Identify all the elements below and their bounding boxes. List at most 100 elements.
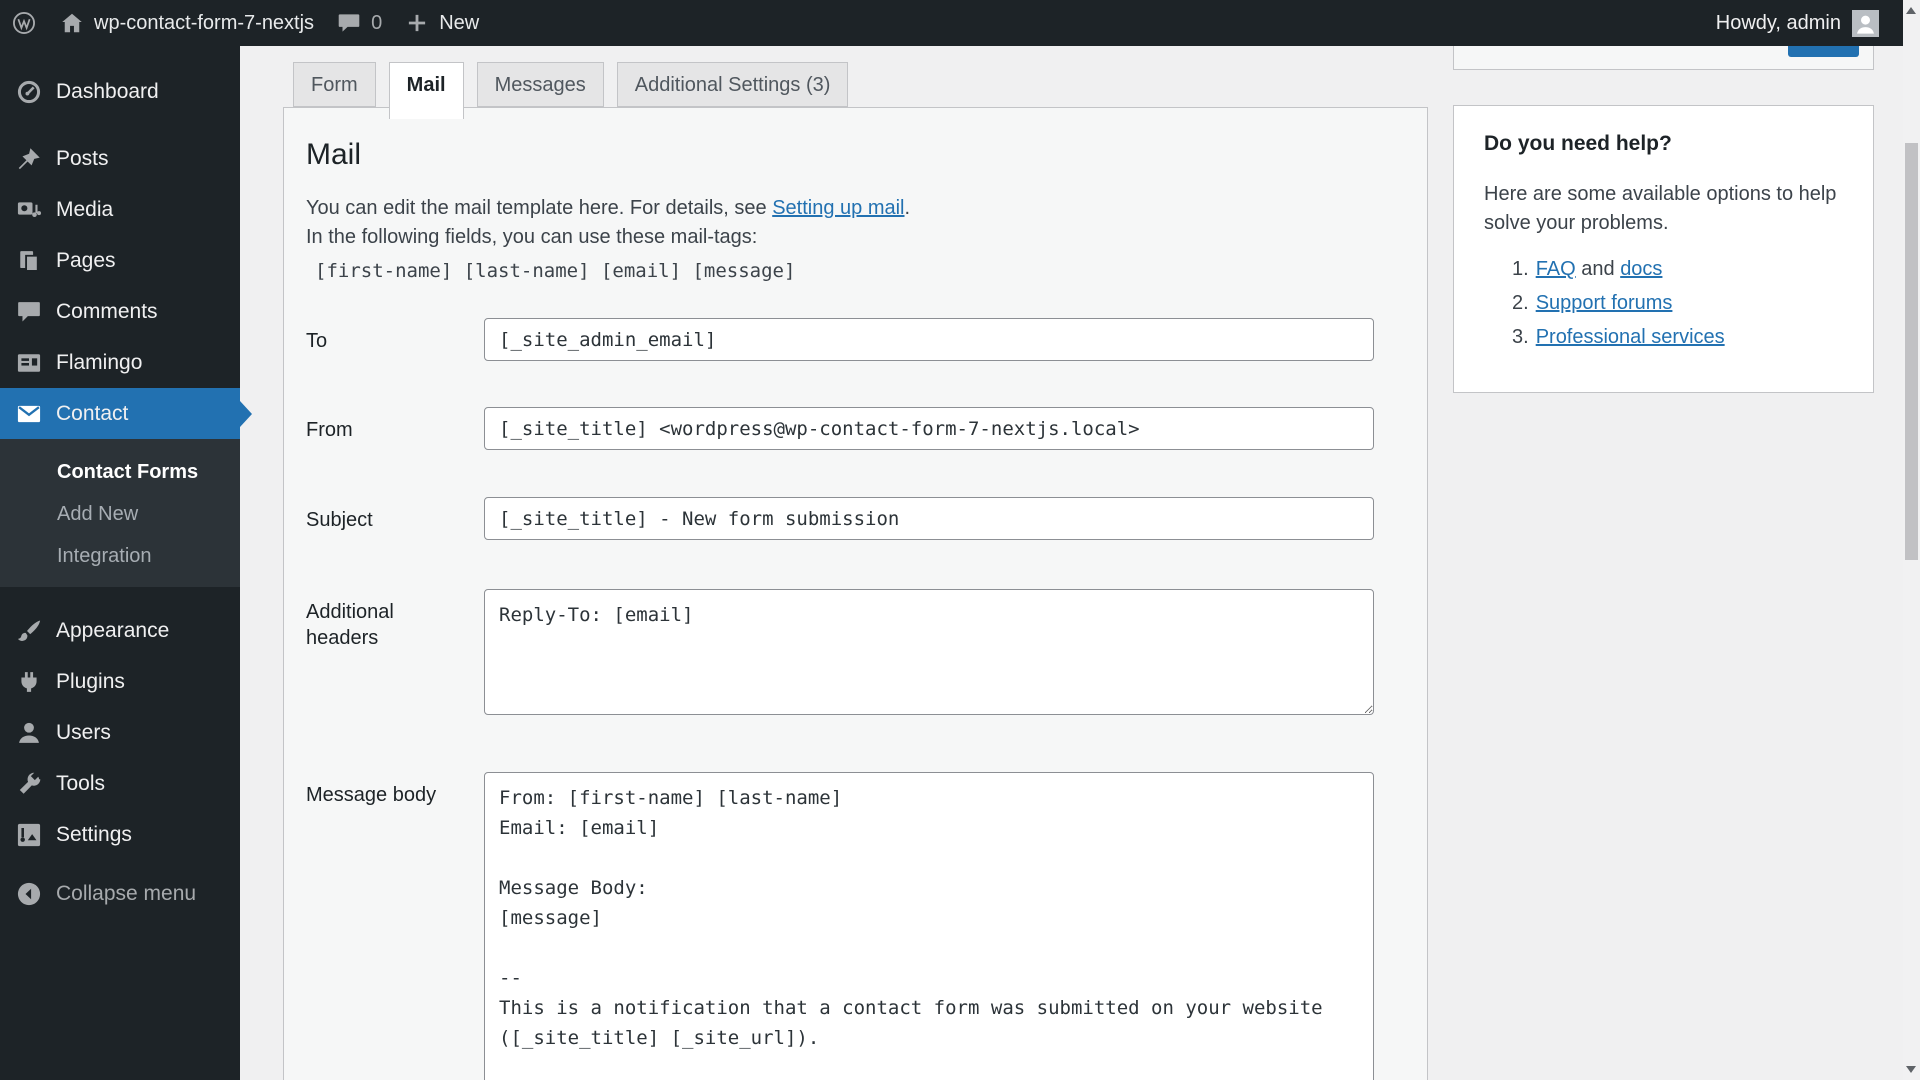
menu-separator <box>0 117 240 133</box>
new-label: New <box>439 11 480 34</box>
field-label-text: Additional headers <box>306 601 394 649</box>
help-list-item: 3. Professional services <box>1484 326 1843 349</box>
sidebar-item-media[interactable]: Media <box>0 184 240 235</box>
field-label-to: To <box>306 330 328 352</box>
tab-additional-settings[interactable]: Additional Settings (3) <box>616 62 849 107</box>
field-row-to: To <box>306 318 1405 361</box>
professional-services-link[interactable]: Professional services <box>1536 326 1725 349</box>
help-box: Do you need help? Here are some availabl… <box>1453 105 1874 393</box>
comments-count: 0 <box>371 11 383 34</box>
scrollbar-thumb[interactable] <box>1905 143 1918 560</box>
help-box-title: Do you need help? <box>1484 132 1672 155</box>
dashboard-icon <box>15 78 43 106</box>
sidebar-label: Collapse menu <box>56 881 197 905</box>
home-icon <box>59 10 85 36</box>
tab-form[interactable]: Form <box>293 62 376 107</box>
scrollbar-up-arrow-icon[interactable] <box>1906 7 1916 14</box>
tab-label: Mail <box>406 74 446 96</box>
collapse-icon <box>15 880 43 908</box>
sidebar-item-add-new[interactable]: Add New <box>0 493 240 535</box>
panel-description: You can edit the mail template here. For… <box>306 194 1405 252</box>
sidebar-item-collapse-menu[interactable]: Collapse menu <box>0 868 240 919</box>
sidebar-item-contact-forms[interactable]: Contact Forms <box>0 451 240 493</box>
mail-tags-list: [first-name] [last-name] [email] [messag… <box>315 260 796 282</box>
sidebar-item-flamingo[interactable]: Flamingo <box>0 337 240 388</box>
description-text: . <box>904 197 911 219</box>
field-label-additional-headers: Additional headers <box>306 589 484 720</box>
comment-bubble-icon <box>336 10 362 36</box>
tab-label: Form <box>311 74 358 96</box>
howdy-text: Howdy, admin <box>1715 11 1841 34</box>
new-content-menu[interactable]: New <box>393 0 490 46</box>
list-number: 2. <box>1512 292 1529 314</box>
wordpress-logo-icon <box>11 10 37 36</box>
tab-label: Additional Settings (3) <box>634 74 831 96</box>
docs-link[interactable]: docs <box>1620 258 1662 280</box>
sidebar-label: Dashboard <box>56 79 159 103</box>
media-icon <box>15 196 43 224</box>
field-label-message-body: Message body <box>306 784 437 806</box>
sidebar: Dashboard Posts Media Pages Comments Fla… <box>0 46 252 1080</box>
tab-mail[interactable]: Mail <box>388 62 464 119</box>
additional-headers-textarea[interactable] <box>484 589 1374 715</box>
pages-icon <box>15 247 43 275</box>
plus-icon <box>404 10 430 36</box>
support-forums-link[interactable]: Support forums <box>1536 292 1673 315</box>
admin-bar: wp-contact-form-7-nextjs 0 New Howdy, ad… <box>0 0 1903 46</box>
site-name-menu[interactable]: wp-contact-form-7-nextjs <box>48 0 325 46</box>
field-row-message-body: Message body <box>306 772 1405 1080</box>
field-row-subject: Subject <box>306 497 1405 540</box>
sidebar-label: Media <box>56 197 114 221</box>
tab-messages[interactable]: Messages <box>476 62 604 107</box>
field-label-subject: Subject <box>306 509 373 531</box>
status-box-partial <box>1453 46 1874 70</box>
sidebar-item-settings[interactable]: Settings <box>0 809 240 860</box>
sidebar-label: Flamingo <box>56 350 143 374</box>
message-body-textarea[interactable] <box>484 772 1374 1080</box>
sidebar-label: Pages <box>56 248 116 272</box>
sidebar-item-plugins[interactable]: Plugins <box>0 656 240 707</box>
sidebar-item-appearance[interactable]: Appearance <box>0 605 240 656</box>
sidebar-label: Comments <box>56 299 158 323</box>
user-icon <box>15 719 43 747</box>
scrollbar-down-arrow-icon[interactable] <box>1906 1066 1916 1073</box>
comments-menu[interactable]: 0 <box>325 0 393 46</box>
setting-up-mail-link[interactable]: Setting up mail <box>772 197 904 219</box>
sidebar-item-posts[interactable]: Posts <box>0 133 240 184</box>
sidebar-item-pages[interactable]: Pages <box>0 235 240 286</box>
envelope-icon <box>15 400 43 428</box>
submenu-label: Contact Forms <box>57 460 199 483</box>
to-input[interactable] <box>484 318 1374 361</box>
sidebar-label: Tools <box>56 771 106 795</box>
field-row-additional-headers: Additional headers <box>306 589 1405 720</box>
sidebar-item-users[interactable]: Users <box>0 707 240 758</box>
sidebar-item-dashboard[interactable]: Dashboard <box>0 66 240 117</box>
subject-input[interactable] <box>484 497 1374 540</box>
help-box-list: 1. FAQ and docs 2. Support forums 3. Pro… <box>1484 258 1843 349</box>
sidebar-item-contact[interactable]: Contact <box>0 388 252 439</box>
sidebar-label: Settings <box>56 822 132 846</box>
description-text: In the following fields, you can use the… <box>306 226 758 248</box>
field-label-from: From <box>306 419 353 441</box>
wrench-icon <box>15 770 43 798</box>
save-button-partial[interactable] <box>1788 46 1859 57</box>
wordpress-logo-menu[interactable] <box>0 0 48 46</box>
avatar <box>1852 9 1879 37</box>
submenu-label: Integration <box>57 544 152 567</box>
settings-icon <box>15 821 43 849</box>
site-name: wp-contact-form-7-nextjs <box>94 11 315 34</box>
page-scrollbar[interactable] <box>1903 0 1920 1080</box>
main-content: Form Mail Messages Additional Settings (… <box>240 46 1903 1080</box>
account-menu[interactable]: Howdy, admin <box>1715 9 1903 37</box>
description-text: You can edit the mail template here. For… <box>306 197 773 219</box>
sidebar-item-comments[interactable]: Comments <box>0 286 240 337</box>
faq-link[interactable]: FAQ <box>1536 258 1576 280</box>
sidebar-item-integration[interactable]: Integration <box>0 535 240 577</box>
sidebar-item-tools[interactable]: Tools <box>0 758 240 809</box>
from-input[interactable] <box>484 407 1374 450</box>
field-row-from: From <box>306 407 1405 450</box>
list-number: 1. <box>1512 258 1529 280</box>
list-text: and <box>1575 258 1621 280</box>
editor-tabs: Form Mail Messages Additional Settings (… <box>293 62 861 119</box>
help-list-item: 1. FAQ and docs <box>1484 258 1843 281</box>
